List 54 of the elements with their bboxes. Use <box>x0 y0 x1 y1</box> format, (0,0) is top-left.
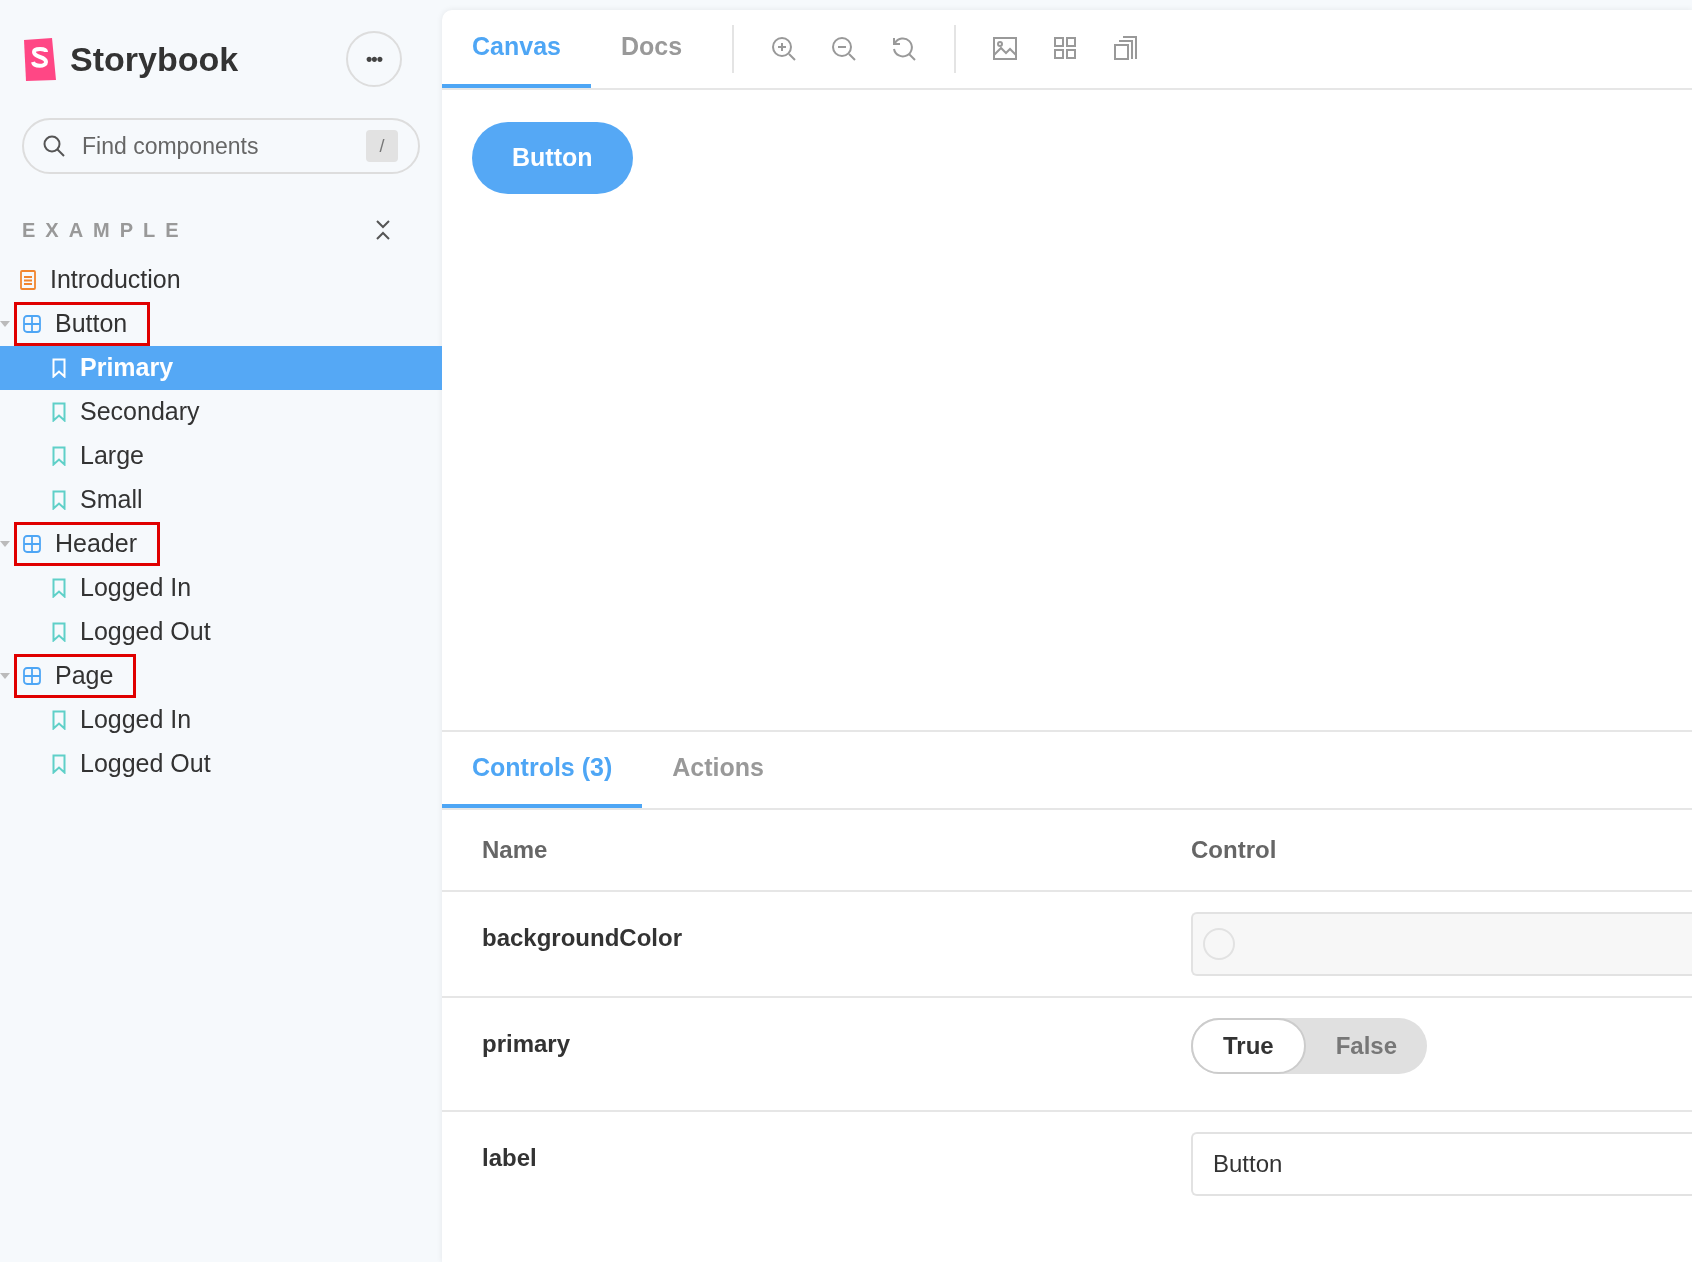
bookmark-icon <box>52 710 66 730</box>
caret-icon[interactable] <box>0 320 10 328</box>
component-icon <box>23 315 41 333</box>
caret-icon[interactable] <box>0 672 10 680</box>
tree-item-label: Button <box>55 308 128 340</box>
component-icon <box>23 535 41 553</box>
tree-item[interactable]: Small <box>0 478 442 522</box>
property-name: backgroundColor <box>482 923 683 953</box>
bookmark-icon <box>52 622 66 642</box>
tree-item-label: Introduction <box>50 264 181 296</box>
color-picker-field[interactable] <box>1191 912 1692 976</box>
tree-item[interactable]: Logged In <box>0 698 442 742</box>
document-icon <box>20 270 36 290</box>
tree-item-label: Logged Out <box>80 748 211 780</box>
brand-name: Storybook <box>70 38 239 80</box>
tree-item[interactable]: Introduction <box>0 258 442 302</box>
caret-icon[interactable] <box>0 540 10 548</box>
property-name: label <box>482 1143 538 1173</box>
tree-item-label: Logged In <box>80 704 192 736</box>
tree-item[interactable]: Secondary <box>0 390 442 434</box>
tree-item[interactable]: Button <box>0 302 442 346</box>
shortcut-key: / <box>366 130 398 162</box>
search-icon <box>42 134 66 158</box>
tree-item-label: Small <box>80 484 143 516</box>
property-name: primary <box>482 1029 572 1059</box>
tree-item-label: Secondary <box>80 396 200 428</box>
tree-item-label: Logged Out <box>80 616 211 648</box>
tree-item-label: Page <box>55 660 114 692</box>
component-icon <box>23 667 41 685</box>
storybook-logo-icon <box>22 36 58 82</box>
tree-item-label: Logged In <box>80 572 192 604</box>
bookmark-icon <box>52 578 66 598</box>
bookmark-icon <box>52 402 66 422</box>
bookmark-icon <box>52 446 66 466</box>
menu-button[interactable]: ••• <box>346 31 402 87</box>
bookmark-icon <box>52 358 66 378</box>
tree-item[interactable]: Large <box>0 434 442 478</box>
section-title: EXAMPLE <box>22 218 189 243</box>
tree-item-label: Large <box>80 440 144 472</box>
tree-item[interactable]: Header <box>0 522 442 566</box>
text-field[interactable]: Button <box>1191 1132 1692 1196</box>
boolean-toggle[interactable]: True False <box>1191 1018 1428 1074</box>
toggle-option[interactable]: True <box>1191 1018 1306 1074</box>
collapse-icon[interactable] <box>374 219 392 241</box>
bookmark-icon <box>52 490 66 510</box>
bookmark-icon <box>52 754 66 774</box>
tree-item-label: Primary <box>80 352 174 384</box>
column-header: Name <box>482 835 549 865</box>
column-header: Control <box>1191 835 1277 865</box>
tree-item[interactable]: Logged Out <box>0 742 442 786</box>
tree-item[interactable]: Logged Out <box>0 610 442 654</box>
tree-item[interactable]: Logged In <box>0 566 442 610</box>
tree-item[interactable]: Page <box>0 654 442 698</box>
tree-item-label: Header <box>55 528 137 560</box>
